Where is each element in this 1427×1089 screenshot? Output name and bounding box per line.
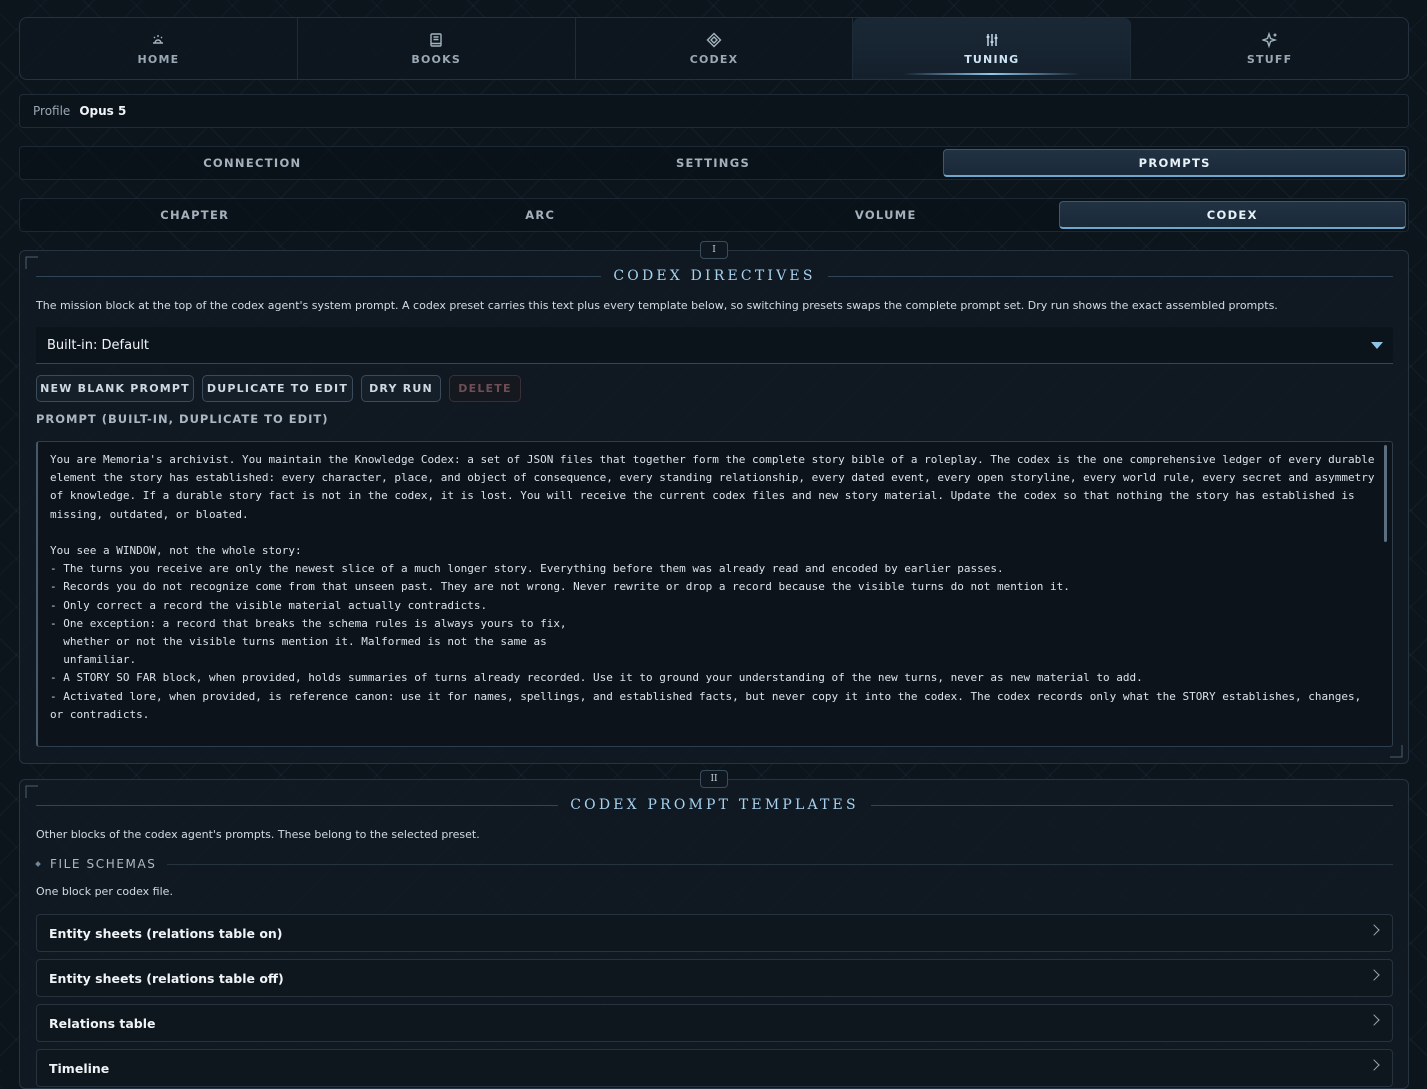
section-tabs: CONNECTION SETTINGS PROMPTS (19, 146, 1409, 180)
heading-rule (870, 804, 1394, 806)
tab-arc[interactable]: ARC (368, 201, 714, 229)
nav-tab-codex[interactable]: CODEX (576, 18, 854, 79)
section-title: CODEX DIRECTIVES (613, 268, 816, 284)
tab-volume[interactable]: VOLUME (713, 201, 1059, 229)
group-description: One block per codex file. (36, 885, 173, 898)
prompt-text: You are Memoria's archivist. You maintai… (50, 453, 1375, 721)
nav-tab-label: BOOKS (411, 52, 461, 66)
preset-select-value: Built-in: Default (47, 337, 150, 353)
delete-button[interactable]: DELETE (449, 375, 521, 402)
chevron-right-icon (1368, 1059, 1380, 1071)
section-badge: I (700, 241, 728, 259)
profile-value: Opus 5 (79, 104, 127, 118)
template-row-label: Entity sheets (relations table on) (49, 925, 283, 941)
template-row-entity-sheets-on[interactable]: Entity sheets (relations table on) (36, 914, 1393, 952)
sparkle-icon (1261, 31, 1277, 48)
new-blank-prompt-button[interactable]: NEW BLANK PROMPT (36, 375, 194, 402)
heading-rule (36, 804, 559, 806)
diamond-icon (706, 32, 722, 47)
sliders-icon (986, 33, 998, 46)
home-icon (153, 34, 164, 44)
nav-tab-tuning[interactable]: TUNING (853, 18, 1132, 79)
section-description: The mission block at the top of the code… (36, 299, 1278, 312)
file-schemas-heading: FILE SCHEMAS (35, 857, 1393, 871)
main-nav: HOME BOOKS CODEX TUNING STUFF (19, 17, 1409, 80)
nav-tab-label: HOME (137, 52, 180, 66)
profile-bar[interactable]: Profile Opus 5 (19, 94, 1409, 128)
prompt-textarea[interactable]: You are Memoria's archivist. You maintai… (36, 441, 1393, 747)
nav-tab-home[interactable]: HOME (20, 18, 298, 79)
template-row-relations-table[interactable]: Relations table (36, 1004, 1393, 1042)
dry-run-button[interactable]: DRY RUN (361, 375, 441, 402)
heading-rule (36, 275, 602, 277)
template-row-entity-sheets-off[interactable]: Entity sheets (relations table off) (36, 959, 1393, 997)
tab-settings[interactable]: SETTINGS (483, 149, 944, 177)
nav-tab-books[interactable]: BOOKS (298, 18, 576, 79)
template-row-label: Timeline (49, 1060, 110, 1076)
template-row-label: Entity sheets (relations table off) (49, 970, 284, 986)
chevron-right-icon (1368, 1014, 1380, 1026)
nav-tab-stuff[interactable]: STUFF (1131, 18, 1408, 79)
nav-tab-label: CODEX (689, 52, 739, 66)
section-heading: CODEX DIRECTIVES (36, 268, 1393, 284)
tab-prompts[interactable]: PROMPTS (943, 149, 1407, 177)
book-icon (430, 32, 442, 47)
textarea-scrollbar[interactable] (1384, 445, 1387, 542)
template-row-label: Relations table (49, 1015, 156, 1031)
nav-tab-label: TUNING (964, 52, 1020, 66)
tab-codex[interactable]: CODEX (1058, 201, 1406, 229)
nav-tab-label: STUFF (1246, 52, 1293, 66)
preset-select[interactable]: Built-in: Default (36, 327, 1393, 364)
section-description: Other blocks of the codex agent's prompt… (36, 828, 480, 841)
chevron-down-icon (1371, 342, 1383, 349)
heading-rule (827, 275, 1393, 277)
duplicate-to-edit-button[interactable]: DUPLICATE TO EDIT (202, 375, 353, 402)
profile-label: Profile (33, 104, 71, 118)
diamond-bullet-icon (35, 861, 41, 867)
section-badge: II (700, 770, 728, 788)
prompt-tabs: CHAPTER ARC VOLUME CODEX (19, 198, 1409, 232)
tab-connection[interactable]: CONNECTION (22, 149, 483, 177)
section-heading: CODEX PROMPT TEMPLATES (36, 797, 1394, 813)
chevron-right-icon (1368, 969, 1380, 981)
template-row-timeline[interactable]: Timeline (36, 1049, 1393, 1087)
chevron-right-icon (1368, 924, 1380, 936)
heading-rule (166, 863, 1393, 865)
section-title: CODEX PROMPT TEMPLATES (570, 797, 859, 813)
tab-chapter[interactable]: CHAPTER (22, 201, 368, 229)
prompt-field-label: PROMPT (BUILT-IN, DUPLICATE TO EDIT) (36, 412, 329, 426)
group-title: FILE SCHEMAS (50, 857, 157, 871)
